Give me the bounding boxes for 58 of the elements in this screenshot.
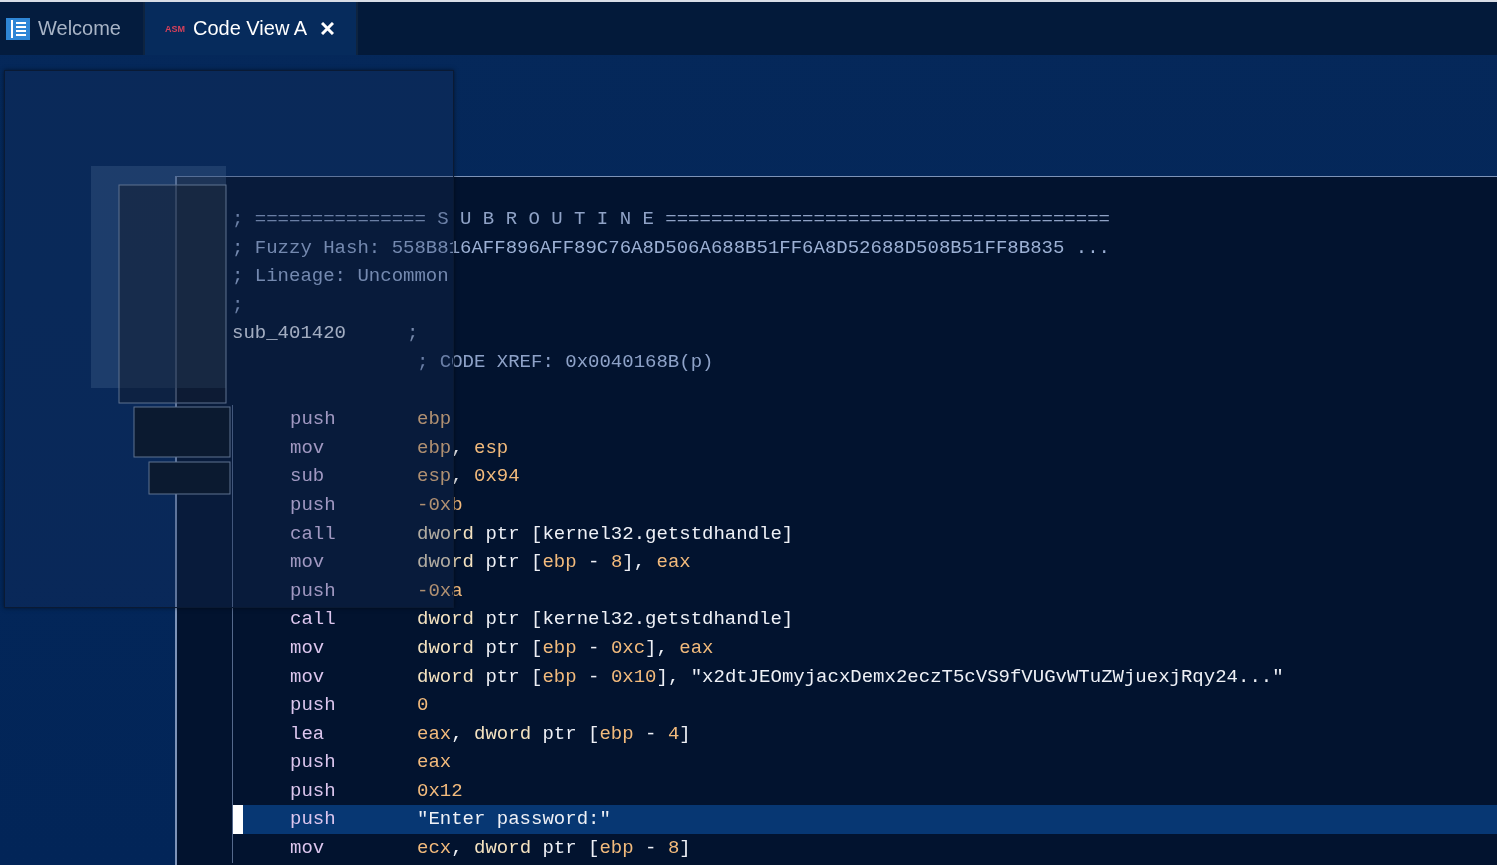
mnemonic: lea (290, 721, 326, 747)
operands: eax (417, 750, 452, 776)
mnemonic: push (290, 807, 337, 833)
instruction-row[interactable]: lea eax, dword ptr [ebp - 4] (243, 719, 1497, 749)
operands: dword ptr [ebp - 0x10], "x2dtJEOmyjacxDemx2eczT5cVS9fVUGvWTuZWjuexjRqy24..." (417, 664, 1284, 690)
operands: "Enter password:" (417, 807, 611, 833)
function-label: sub_401420 (232, 321, 348, 347)
mnemonic: push (290, 778, 337, 804)
comment-line: ; =============== S U B R O U T I N E ======================================= (232, 207, 1111, 232)
mnemonic: mov (290, 635, 326, 661)
instruction-row[interactable]: push -0xa (243, 576, 1497, 606)
file-type-label: ASM (165, 23, 185, 34)
comment-mark: ; (407, 321, 419, 347)
operands: ebp (417, 407, 452, 433)
mnemonic: mov (290, 435, 326, 461)
instruction-row[interactable]: mov dword ptr [ebp - 0xc], eax (243, 633, 1497, 663)
instruction-row[interactable]: sub esp, 0x94 (243, 462, 1497, 491)
mnemonic: push (290, 407, 337, 433)
operands: esp, 0x94 (417, 464, 520, 490)
instruction-row[interactable]: call dword ptr [kernel32.getstdhandle] (243, 605, 1497, 634)
instruction-row[interactable]: push "Enter password:" (243, 805, 1497, 835)
operands: ecx, dword ptr [ebp - 8] (417, 836, 691, 862)
mnemonic: push (290, 750, 337, 776)
tab[interactable]: Welcome (0, 2, 145, 55)
close-icon[interactable] (321, 22, 335, 35)
instruction-row[interactable]: mov ecx, dword ptr [ebp - 8] (243, 834, 1497, 863)
instruction-row[interactable]: push eax (243, 748, 1497, 777)
operands: -0xa (417, 578, 463, 604)
mnemonic: push (290, 578, 337, 604)
instruction-row[interactable]: mov dword ptr [ebp - 8], eax (243, 548, 1497, 577)
operands: ebp, esp (417, 435, 509, 461)
operands: dword ptr [kernel32.getstdhandle] (417, 521, 794, 547)
mnemonic: mov (290, 550, 326, 576)
comment-line: ; Fuzzy Hash: 558B816AFF896AFF89C76A8D506A688B51FF6A8D52688D508B51FF8B835 ... (232, 235, 1111, 261)
comment-line: ; (232, 292, 245, 318)
tab[interactable]: ASM Code View A (145, 2, 359, 55)
operands: 0x12 (417, 778, 463, 804)
operands: 0 (417, 693, 429, 719)
instruction-row[interactable]: push ebp (243, 405, 1497, 434)
operands: dword ptr [ebp - 0xc], eax (417, 635, 714, 661)
instruction-row[interactable]: call dword ptr [kernel32.getstdhandle] (243, 519, 1497, 549)
mnemonic: push (290, 693, 337, 719)
mnemonic: call (290, 521, 337, 547)
instruction-row[interactable]: mov dword ptr [ebp - 0x10], "x2dtJEOmyjacxDemx2eczT5cVS9fVUGvWTuZWjuexjRqy24..." (243, 662, 1497, 692)
operands: dword ptr [ebp - 8], eax (417, 550, 691, 576)
instruction-row[interactable]: push 0x12 (243, 776, 1497, 806)
mnemonic: mov (290, 836, 326, 862)
instruction-row[interactable]: push 0 (243, 691, 1497, 720)
operands: dword ptr [kernel32.getstdhandle] (417, 607, 794, 633)
mnemonic: mov (290, 664, 326, 690)
operands: eax, dword ptr [ebp - 4] (417, 721, 691, 747)
instruction-row[interactable]: mov ebp, esp (243, 433, 1497, 463)
mnemonic: push (290, 492, 337, 518)
mnemonic: call (290, 607, 337, 633)
comment-line: ; Lineage: Uncommon (232, 264, 450, 290)
document-icon (6, 17, 30, 40)
mnemonic: sub (290, 464, 326, 490)
xref-comment: ; CODE XREF: 0x0040168B(p) (416, 349, 715, 375)
